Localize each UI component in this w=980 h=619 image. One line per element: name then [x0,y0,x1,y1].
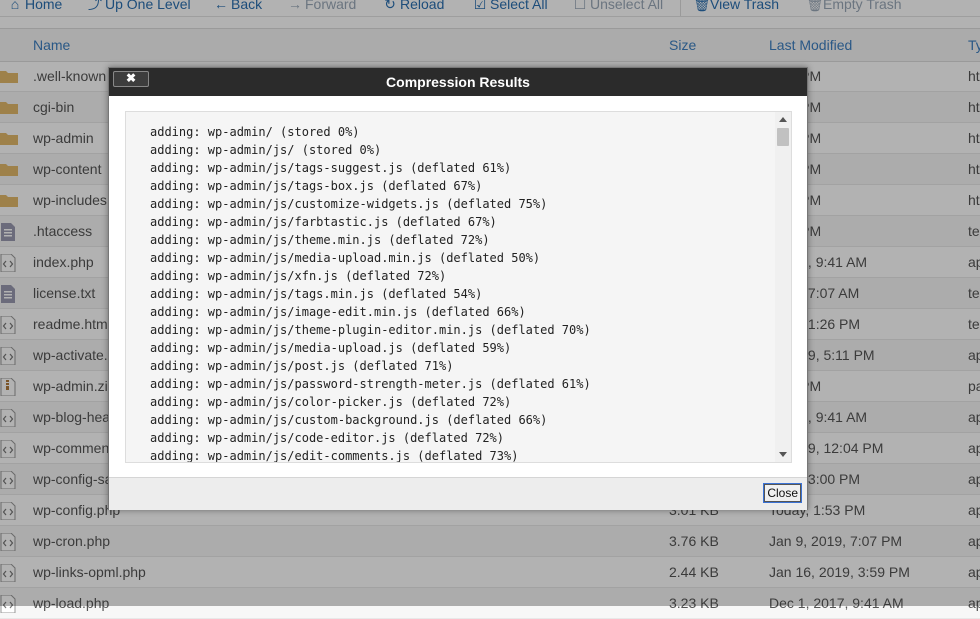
log-line: adding: wp-admin/js/ (stored 0%) [150,143,382,157]
log-line: adding: wp-admin/js/code-editor.js (defl… [150,431,505,445]
log-line: adding: wp-admin/js/tags.min.js (deflate… [150,287,483,301]
log-line: adding: wp-admin/js/tags-box.js (deflate… [150,179,483,193]
dialog-close-x-button[interactable]: ✖ [113,71,149,87]
dialog-body: adding: wp-admin/ (stored 0%) adding: wp-… [109,96,807,477]
log-line: adding: wp-admin/js/media-upload.js (def… [150,341,512,355]
log-line: adding: wp-admin/js/theme-plugin-editor.… [150,323,591,337]
log-line: adding: wp-admin/js/theme.min.js (deflat… [150,233,490,247]
scroll-down-icon[interactable] [779,452,787,457]
log-scrollbar[interactable] [775,112,791,462]
scroll-thumb[interactable] [777,128,789,146]
dialog-footer: Close [109,477,807,510]
compression-results-dialog: Compression Results ✖ adding: wp-admin/ … [108,67,808,510]
log-line: adding: wp-admin/js/tags-suggest.js (def… [150,161,512,175]
log-line: adding: wp-admin/js/password-strength-me… [150,377,591,391]
compression-log[interactable]: adding: wp-admin/ (stored 0%) adding: wp-… [125,111,792,463]
log-lines: adding: wp-admin/ (stored 0%) adding: wp-… [150,123,591,463]
log-line: adding: wp-admin/js/post.js (deflated 71… [150,359,454,373]
log-line: adding: wp-admin/js/edit-comments.js (de… [150,449,519,463]
log-line: adding: wp-admin/ (stored 0%) [150,125,360,139]
dialog-title: Compression Results [109,68,807,96]
log-line: adding: wp-admin/js/xfn.js (deflated 72%… [150,269,447,283]
log-line: adding: wp-admin/js/customize-widgets.js… [150,197,548,211]
log-line: adding: wp-admin/js/media-upload.min.js … [150,251,541,265]
log-line: adding: wp-admin/js/image-edit.min.js (d… [150,305,526,319]
scroll-up-icon[interactable] [779,117,787,122]
log-line: adding: wp-admin/js/color-picker.js (def… [150,395,512,409]
log-line: adding: wp-admin/js/farbtastic.js (defla… [150,215,497,229]
log-line: adding: wp-admin/js/custom-background.js… [150,413,548,427]
close-button[interactable]: Close [763,483,802,503]
